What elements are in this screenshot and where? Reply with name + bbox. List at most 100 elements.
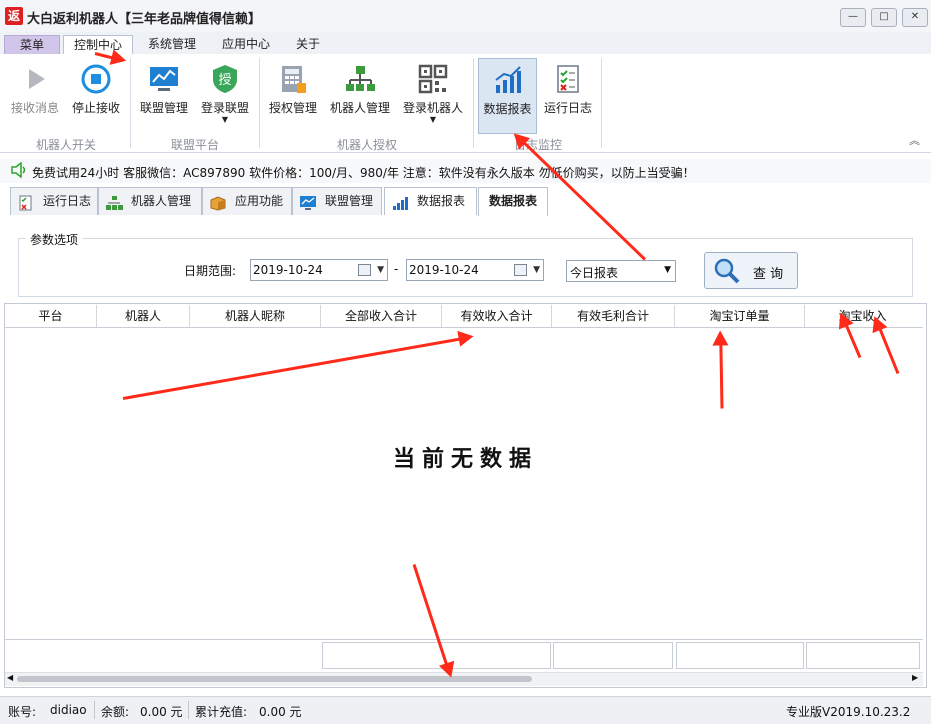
login-alliance-button[interactable]: 授 登录联盟 ▼ (196, 58, 254, 132)
minimize-button[interactable]: — (840, 8, 866, 27)
tab-data-report-active[interactable]: 数据报表 (478, 187, 548, 216)
tab-data-report[interactable]: 数据报表 (384, 187, 477, 215)
ribbon-collapse-icon[interactable]: ︽ (909, 132, 920, 148)
app-logo-icon: 返 (5, 7, 23, 25)
data-report-label: 数据报表 (483, 102, 532, 116)
col-robot[interactable]: 机器人 (97, 305, 190, 327)
horizontal-scrollbar[interactable]: ◀ ▶ (5, 672, 923, 686)
maximize-button[interactable]: □ (871, 8, 897, 27)
ribbon-separator (259, 58, 260, 148)
receive-message-button[interactable]: 接收消息 (6, 58, 64, 132)
ribbon-separator (473, 58, 474, 148)
window-title: 大白返利机器人【三年老品牌值得信赖】 (27, 12, 262, 27)
alliance-management-button[interactable]: 联盟管理 (134, 58, 194, 132)
bar-chart-icon (391, 194, 409, 210)
account-value: didiao (50, 703, 87, 717)
tab-app-functions[interactable]: 应用功能 (202, 187, 292, 215)
col-platform[interactable]: 平台 (5, 305, 97, 327)
stop-receive-label: 停止接收 (71, 101, 120, 115)
calendar-icon[interactable] (514, 264, 527, 276)
robot-management-button[interactable]: 机器人管理 (326, 58, 394, 132)
qr-code-icon (417, 63, 449, 95)
monitor-chart-icon (299, 194, 317, 210)
data-report-button[interactable]: 数据报表 (478, 58, 537, 134)
login-robot-label: 登录机器人 (402, 101, 463, 115)
balance-value: 0.00 元 (140, 705, 183, 719)
date-from-value: 2019-10-24 (253, 263, 323, 277)
close-button[interactable]: ✕ (902, 8, 928, 27)
summary-valid-gross-profit (553, 642, 673, 669)
dropdown-arrow-icon[interactable]: ▼ (533, 260, 540, 280)
report-table (4, 303, 927, 688)
group-robot-authorization: 机器人授权 (336, 138, 397, 152)
tab-about[interactable]: 关于 (288, 35, 328, 54)
authorization-management-button[interactable]: 授权管理 (264, 58, 322, 132)
run-log-label: 运行日志 (543, 101, 592, 115)
title-bar: 返 大白返利机器人【三年老品牌值得信赖】 — □ ✕ (0, 0, 931, 33)
content-tabs: 运行日志 机器人管理 应用功能 联盟管理 数据报表 数据报表 (0, 185, 931, 216)
login-alliance-label: 登录联盟 (200, 101, 249, 115)
tab-run-log[interactable]: 运行日志 (10, 187, 98, 215)
query-button[interactable]: 查 询 (704, 252, 798, 289)
tab-system-management[interactable]: 系统管理 (140, 35, 204, 54)
dropdown-arrow-icon: ▼ (664, 265, 671, 275)
network-icon (344, 63, 376, 95)
col-taobao-income[interactable]: 淘宝收入 (805, 305, 920, 327)
login-robot-button[interactable]: 登录机器人 ▼ (398, 58, 468, 132)
robot-management-label: 机器人管理 (329, 101, 390, 115)
dropdown-arrow-icon[interactable]: ▼ (377, 260, 384, 280)
magnifier-icon (713, 257, 741, 289)
scroll-left-icon[interactable]: ◀ (7, 673, 13, 682)
run-log-button[interactable]: 运行日志 (540, 58, 596, 132)
tab-run-log-label: 运行日志 (43, 194, 92, 208)
svg-text:授: 授 (218, 73, 231, 88)
group-robot-switch: 机器人开关 (35, 138, 96, 152)
col-taobao-orders[interactable]: 淘宝订单量 (675, 305, 805, 327)
version-text: 专业版V2019.10.23.2 (786, 705, 911, 719)
tab-data-report-label: 数据报表 (417, 194, 466, 208)
box-icon (209, 194, 227, 211)
calculator-icon (277, 63, 309, 95)
authorization-management-label: 授权管理 (268, 101, 317, 115)
scrollbar-thumb[interactable] (17, 676, 532, 682)
query-label: 查 询 (753, 267, 784, 282)
tab-app-center[interactable]: 应用中心 (214, 35, 278, 54)
account-label: 账号: (8, 705, 37, 719)
alliance-management-label: 联盟管理 (139, 101, 188, 115)
checklist-icon (17, 194, 35, 211)
date-range-dash: - (394, 262, 399, 276)
col-valid-gross-profit[interactable]: 有效毛利合计 (552, 305, 675, 327)
calendar-icon[interactable] (358, 264, 371, 276)
stop-receive-button[interactable]: 停止接收 (66, 58, 126, 132)
recharge-value: 0.00 元 (259, 705, 302, 719)
balance-label: 余额: (101, 705, 130, 719)
receive-message-label: 接收消息 (10, 101, 59, 115)
tab-robot-management[interactable]: 机器人管理 (98, 187, 202, 215)
report-type-select[interactable]: 今日报表 ▼ (566, 260, 676, 282)
group-log-monitor: 日志监控 (513, 138, 562, 152)
summary-taobao-income (806, 642, 920, 669)
status-separator (94, 701, 95, 719)
auth-shield-icon: 授 (209, 63, 241, 95)
speaker-icon (10, 161, 28, 182)
ribbon: 接收消息 停止接收 联盟管理 授 登录联盟 ▼ 授权管理 机器人管理 登录机器人… (0, 54, 931, 153)
monitor-chart-icon (148, 63, 180, 95)
date-from-input[interactable]: 2019-10-24 ▼ (250, 259, 388, 281)
tab-alliance-management[interactable]: 联盟管理 (292, 187, 382, 215)
tab-menu[interactable]: 菜单 (4, 35, 60, 55)
date-to-input[interactable]: 2019-10-24 ▼ (406, 259, 544, 281)
col-total-income[interactable]: 全部收入合计 (321, 305, 442, 327)
menu-bar: 菜单 控制中心 系统管理 应用中心 关于 (0, 32, 931, 56)
bar-chart-icon (492, 64, 524, 96)
stop-icon (80, 63, 112, 95)
notice-bar: 免费试用24小时 客服微信：AC897890 软件价格：100/月、980/年 … (0, 159, 931, 183)
play-icon (19, 63, 51, 95)
tab-control-center[interactable]: 控制中心 (63, 35, 133, 56)
scroll-right-icon[interactable]: ▶ (912, 673, 918, 682)
col-robot-nickname[interactable]: 机器人昵称 (190, 305, 321, 327)
col-valid-income[interactable]: 有效收入合计 (442, 305, 552, 327)
empty-state-text: 当前无数据 (392, 447, 538, 472)
group-alliance-platform: 联盟平台 (170, 138, 219, 152)
dropdown-arrow-icon: ▼ (221, 115, 229, 124)
params-title: 参数选项 (26, 231, 83, 248)
